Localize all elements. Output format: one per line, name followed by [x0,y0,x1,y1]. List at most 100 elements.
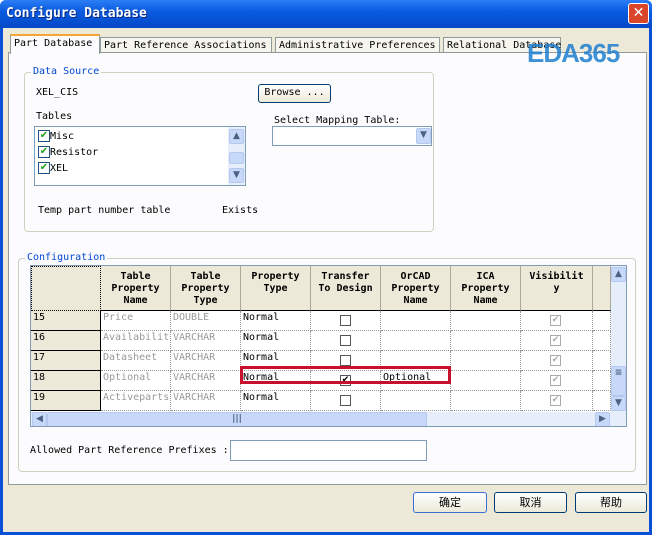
tab-part-reference-associations[interactable]: Part Reference Associations [100,37,272,53]
cell-visibility[interactable]: ✔ [521,331,593,351]
title-bar[interactable]: Configure Database ✕ [0,0,652,28]
cell-ica-property-name[interactable] [451,331,521,351]
row-header[interactable]: 17 [31,351,101,371]
cell-transfer-to-design[interactable] [311,391,381,411]
cell-table-property-type[interactable]: VARCHAR [171,351,241,371]
visibility-checkbox: ✔ [550,315,561,326]
cell-orcad-property-name[interactable] [381,331,451,351]
scroll-thumb[interactable]: ≡ [611,366,626,396]
cell-visibility[interactable]: ✔ [521,391,593,411]
temp-table-status: Exists [222,205,259,216]
cell-orcad-property-name[interactable] [381,311,451,331]
scroll-up-icon[interactable]: ▲ [611,267,626,282]
scroll-down-icon[interactable]: ▼ [611,396,626,411]
tables-scrollbar[interactable]: ▲ ▼ [228,127,245,185]
configuration-legend: Configuration [25,252,108,263]
temp-table-label: Temp part number table [38,205,171,216]
cell-empty [593,331,611,351]
table-item[interactable]: ✔ XEL [38,162,68,174]
transfer-checkbox[interactable] [340,335,351,346]
cell-empty [593,391,611,411]
cell-empty [593,371,611,391]
visibility-checkbox: ✔ [550,355,561,366]
column-header[interactable]: Transfer To Design [311,266,381,311]
row-header[interactable]: 16 [31,331,101,351]
cell-table-property-name[interactable]: Optional [101,371,171,391]
browse-button[interactable]: Browse ... [258,84,331,103]
cancel-button[interactable]: 取消 [494,492,567,513]
cell-empty [593,351,611,371]
transfer-checkbox[interactable] [340,395,351,406]
cell-ica-property-name[interactable] [451,371,521,391]
help-button[interactable]: 帮助 [575,492,647,513]
visibility-checkbox: ✔ [550,395,561,406]
tables-list[interactable]: ✔ Misc ✔ Resistor ✔ XEL ▲ ▼ [34,126,246,186]
checkbox[interactable]: ✔ [38,146,50,158]
table-item-label: Misc [50,131,75,142]
tab-part-database[interactable]: Part Database [10,34,100,54]
prefix-label: Allowed Part Reference Prefixes : [30,445,229,456]
column-header[interactable]: Property Type [241,266,311,311]
row-header[interactable]: 15 [31,311,101,331]
scroll-right-icon[interactable]: ▶ [595,412,610,426]
mapping-table-select[interactable]: ▼ [272,126,432,146]
cell-visibility[interactable]: ✔ [521,311,593,331]
grid-horizontal-scrollbar[interactable]: ◀ ||| ▶ [31,412,626,426]
transfer-checkbox[interactable] [340,355,351,366]
cell-orcad-property-name[interactable] [381,391,451,411]
cell-transfer-to-design[interactable] [311,311,381,331]
column-header[interactable]: Table Property Type [171,266,241,311]
cell-table-property-type[interactable]: VARCHAR [171,391,241,411]
cell-property-type[interactable]: Normal [241,331,311,351]
checkbox[interactable]: ✔ [38,162,50,174]
cell-table-property-name[interactable]: Availability [101,331,171,351]
highlight-box [240,366,451,384]
cell-table-property-type[interactable]: DOUBLE [171,311,241,331]
tab-administrative-preferences[interactable]: Administrative Preferences [275,37,440,53]
cell-ica-property-name[interactable] [451,351,521,371]
grid-vertical-scrollbar[interactable]: ▲ ≡ ▼ [611,266,626,412]
cell-visibility[interactable]: ✔ [521,371,593,391]
row-header[interactable]: 19 [31,391,101,411]
window-title: Configure Database [6,6,147,21]
cell-empty [593,311,611,331]
column-header[interactable]: Table Property Name [101,266,171,311]
row-header[interactable]: 18 [31,371,101,391]
mapping-table-label: Select Mapping Table: [274,115,401,126]
column-header [593,266,611,311]
cell-ica-property-name[interactable] [451,391,521,411]
cell-table-property-name[interactable]: Activeparts ID [101,391,171,411]
cell-table-property-type[interactable]: VARCHAR [171,371,241,391]
configuration-grid[interactable]: Table Property Name Table Property Type Pr… [30,265,627,427]
cell-property-type[interactable]: Normal [241,391,311,411]
table-item-label: Resistor [50,147,99,158]
prefix-input[interactable] [230,440,427,461]
scroll-up-icon[interactable]: ▲ [229,129,244,144]
scroll-left-icon[interactable]: ◀ [32,412,47,426]
cell-table-property-type[interactable]: VARCHAR [171,331,241,351]
cell-property-type[interactable]: Normal [241,311,311,331]
cell-table-property-name[interactable]: Price [101,311,171,331]
cell-table-property-name[interactable]: Datasheet [101,351,171,371]
column-header[interactable]: ICA Property Name [451,266,521,311]
cell-transfer-to-design[interactable] [311,331,381,351]
transfer-checkbox[interactable] [340,315,351,326]
visibility-checkbox: ✔ [550,375,561,386]
scroll-thumb[interactable]: ||| [47,412,427,426]
scroll-thumb[interactable] [229,152,244,164]
table-item[interactable]: ✔ Misc [38,130,74,142]
visibility-checkbox: ✔ [550,335,561,346]
table-item-label: XEL [50,163,69,174]
column-header[interactable]: OrCAD Property Name [381,266,451,311]
cell-visibility[interactable]: ✔ [521,351,593,371]
grid-corner[interactable] [31,266,101,311]
column-header[interactable]: Visibilit y [521,266,593,311]
ok-button[interactable]: 确定 [413,492,487,513]
checkbox[interactable]: ✔ [38,130,50,142]
cell-ica-property-name[interactable] [451,311,521,331]
table-item[interactable]: ✔ Resistor [38,146,98,158]
chevron-down-icon[interactable]: ▼ [416,128,431,144]
scroll-down-icon[interactable]: ▼ [229,168,244,183]
close-button[interactable]: ✕ [628,3,649,24]
watermark-logo: EDA365 [527,38,620,68]
